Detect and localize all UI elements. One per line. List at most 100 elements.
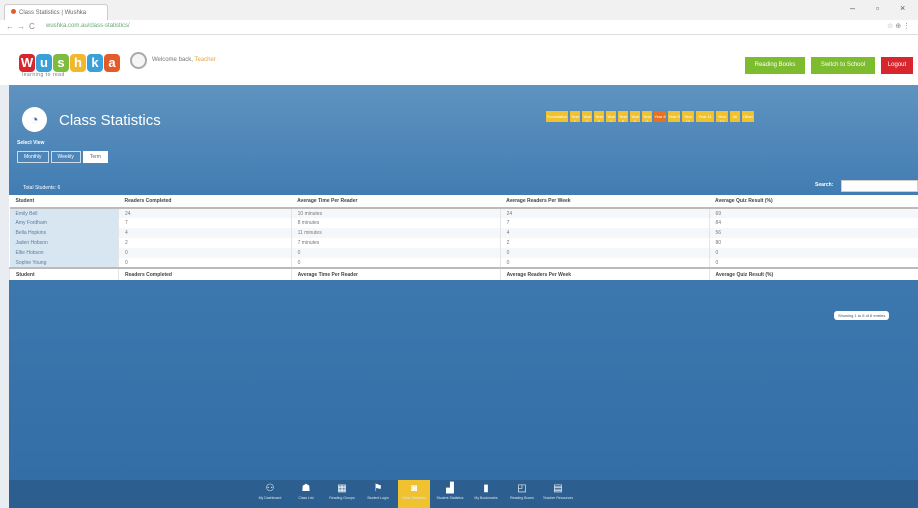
statistics-icon: ◔ (22, 107, 47, 132)
select-view-label: Select View (17, 140, 45, 146)
year-tab[interactable]: Year 1 (570, 111, 580, 122)
year-tab[interactable]: Year 6 (630, 111, 640, 122)
bottom-nav-item[interactable]: ⚑ Student Login (362, 480, 394, 508)
view-term-button[interactable]: Term (82, 151, 108, 163)
table-cell: 24 (118, 208, 292, 218)
column-header[interactable]: Average Quiz Result (%) (709, 195, 918, 209)
year-tab[interactable]: Year 10 (682, 111, 694, 122)
address-bar: ← → C wushka.com.au/class-statistics/ ☆ … (0, 20, 918, 35)
bottom-nav-item[interactable]: ◰ Reading Boxes (506, 480, 538, 508)
bottom-nav-item[interactable]: ▮ My Bookmarks (470, 480, 502, 508)
url-input[interactable]: wushka.com.au/class-statistics/ (46, 23, 130, 29)
column-footer: Average Quiz Result (%) (708, 267, 918, 280)
column-footer: Average Time Per Reader (290, 267, 501, 280)
nav-label: Reading Groups (329, 496, 355, 500)
table-cell: 8 minutes (290, 218, 501, 228)
minimize-icon[interactable]: – (850, 3, 855, 13)
view-selector: Monthly Weekly Term (17, 151, 108, 163)
table-row[interactable]: Amy Fordham 7 8 minutes 7 84 (9, 218, 918, 228)
table-cell: 84 (708, 218, 918, 228)
year-tab[interactable]: Foundation (546, 111, 568, 122)
student-name-cell[interactable]: Bella Hopkins (9, 228, 119, 238)
back-icon[interactable]: ← (6, 22, 14, 31)
student-name-cell[interactable]: Jaden Hobson (9, 238, 119, 248)
student-name-cell[interactable]: Ellie Hobson (9, 248, 119, 258)
nav-label: My Dashboard (258, 496, 282, 500)
reading-books-button[interactable]: Reading Books (745, 57, 805, 74)
table-row[interactable]: Sophie Young 0 0 0 0 (9, 258, 918, 268)
search-input[interactable] (841, 180, 918, 192)
search-label: Search: (815, 182, 834, 188)
logo-letter: W (19, 54, 35, 72)
bottom-nav-item[interactable]: ◙ Class Statistics (398, 480, 430, 508)
table-cell: 11 minutes (290, 228, 501, 238)
nav-icon: ◰ (517, 483, 527, 494)
year-tab[interactable]: Year 8 (654, 111, 666, 122)
user-name[interactable]: Teacher (194, 57, 215, 63)
table-row[interactable]: Bella Hopkins 4 11 minutes 4 56 (9, 228, 918, 238)
nav-label: Teacher Resources (542, 496, 574, 500)
column-header[interactable]: Average Time Per Reader (291, 195, 501, 209)
avatar[interactable] (130, 52, 147, 69)
switch-to-school-button[interactable]: Switch to School (811, 57, 875, 74)
table-cell: 10 minutes (290, 208, 501, 218)
table-header-row: Student Readers Completed Average Time Per… (9, 195, 918, 209)
year-tab[interactable]: Year 5 (618, 111, 628, 122)
year-tab[interactable]: Other (742, 111, 754, 122)
column-header[interactable]: Readers Completed (118, 195, 292, 209)
table-cell: 7 (499, 218, 710, 228)
year-tab[interactable]: Year 11 (696, 111, 714, 122)
column-header[interactable]: Student (9, 195, 119, 209)
year-tab[interactable]: Year 7 (642, 111, 652, 122)
nav-label: Class List (298, 496, 314, 500)
bottom-nav-item[interactable]: ⚇ My Dashboard (254, 480, 286, 508)
table-row[interactable]: Emily Bell 24 10 minutes 24 69 (9, 208, 918, 218)
year-tab[interactable]: All (730, 111, 740, 122)
forward-icon[interactable]: → (17, 22, 25, 31)
table-row[interactable]: Jaden Hobson 2 7 minutes 2 80 (9, 238, 918, 248)
nav-icon: ▮ (483, 483, 489, 494)
logo-tagline: learning to read (22, 72, 65, 78)
view-weekly-button[interactable]: Weekly (50, 151, 81, 163)
logout-button[interactable]: Logout (881, 57, 913, 74)
browser-tab[interactable]: Class Statistics | Wushka (4, 4, 108, 20)
logo-letter: s (53, 54, 69, 72)
nav-icon: ⚇ (265, 483, 275, 494)
year-tab[interactable]: Year 12 (716, 111, 728, 122)
maximize-icon[interactable]: ▫ (876, 3, 879, 13)
nav-label: Student Login (367, 496, 389, 500)
year-tab[interactable]: Year 4 (606, 111, 616, 122)
nav-icon: ⚑ (373, 483, 383, 494)
student-name-cell[interactable]: Amy Fordham (9, 218, 119, 228)
logo-letter: h (70, 54, 86, 72)
logo-letter: u (36, 54, 52, 72)
table-cell: 80 (708, 238, 918, 248)
table-cell: 4 (499, 228, 710, 238)
table-row[interactable]: Ellie Hobson 0 0 0 0 (9, 248, 918, 258)
bottom-nav-item[interactable]: ▦ Reading Groups (326, 480, 358, 508)
table-cell: 0 (499, 248, 710, 258)
bottom-nav-item[interactable]: ▟ Student Statistics (434, 480, 466, 508)
bottom-nav-item[interactable]: ▤ Teacher Resources (542, 480, 574, 508)
bottom-nav-item[interactable]: ☗ Class List (290, 480, 322, 508)
column-footer: Readers Completed (118, 267, 292, 280)
nav-icon: ▦ (337, 483, 347, 494)
nav-label: Class Statistics (402, 496, 426, 500)
bottom-nav: ⚇ My Dashboard ☗ Class List ▦ Reading Groups ⚑… (9, 480, 918, 508)
table-cell: 0 (499, 258, 710, 268)
view-monthly-button[interactable]: Monthly (17, 151, 49, 163)
year-tab[interactable]: Year 2 (582, 111, 592, 122)
column-header[interactable]: Average Readers Per Week (500, 195, 710, 209)
class-statistics-table: Student Readers Completed Average Time Per… (8, 195, 918, 280)
table-cell: 7 (118, 218, 292, 228)
close-window-icon[interactable]: × (900, 3, 905, 13)
year-tab[interactable]: Year 9 (668, 111, 680, 122)
reload-icon[interactable]: C (29, 22, 35, 31)
table-cell: 69 (708, 208, 918, 218)
year-tab[interactable]: Year 3 (594, 111, 604, 122)
page-title: Class Statistics (59, 112, 161, 129)
student-name-cell[interactable]: Emily Bell (9, 208, 119, 218)
table-cell: 7 minutes (290, 238, 501, 248)
extensions-icon[interactable]: ☆ ⊕ ⋮ (887, 22, 910, 30)
student-name-cell[interactable]: Sophie Young (9, 258, 119, 268)
